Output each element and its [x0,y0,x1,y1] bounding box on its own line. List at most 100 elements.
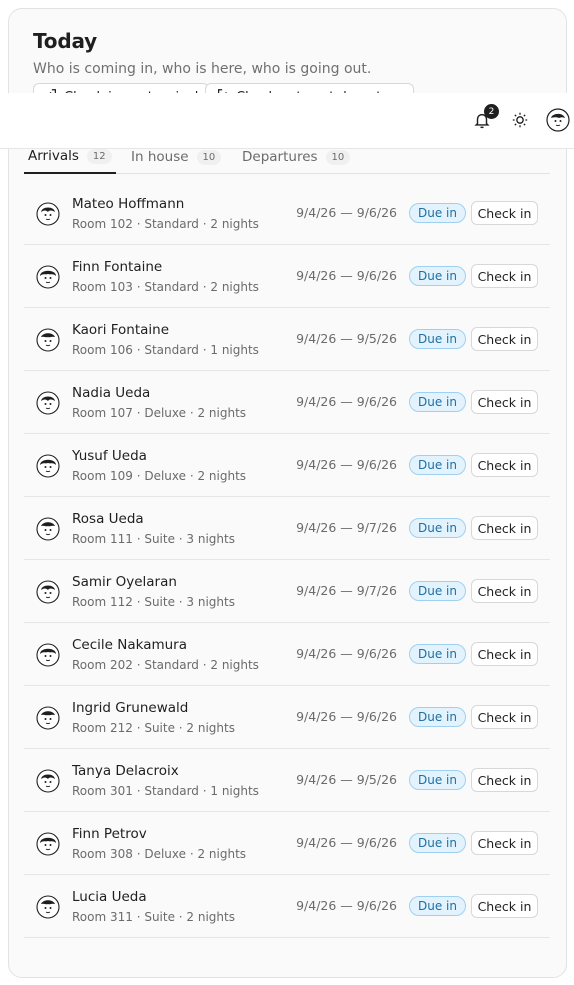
guest-name: Cecile Nakamura [72,637,188,653]
check-in-button[interactable]: Check in [471,390,538,414]
page-subtitle: Who is coming in, who is here, who is go… [33,61,372,77]
check-in-button[interactable]: Check in [471,894,538,918]
status-badge: Due in [409,518,466,538]
guest-name: Finn Petrov [72,826,147,842]
page-title: Today [33,29,97,53]
guest-avatar [36,328,60,352]
guest-room-details: Room 311 · Suite · 2 nights [72,910,235,924]
guest-room-details: Room 103 · Standard · 2 nights [72,280,259,294]
guest-name: Samir Oyelaran [72,574,177,590]
list-item[interactable]: Tanya Delacroix Room 301 · Standard · 1 n… [24,749,550,812]
guest-room-details: Room 212 · Suite · 2 nights [72,721,235,735]
tab-arrivals[interactable]: Arrivals 12 [24,140,116,174]
check-in-button[interactable]: Check in [471,453,538,477]
tab-departures[interactable]: Departures 10 [242,140,351,174]
guest-room-details: Room 111 · Suite · 3 nights [72,532,235,546]
guest-room-details: Room 112 · Suite · 3 nights [72,595,235,609]
guest-avatar [36,517,60,541]
guest-name: Rosa Ueda [72,511,144,527]
guest-avatar [36,202,60,226]
status-badge: Due in [409,581,466,601]
check-in-button[interactable]: Check in [471,579,538,603]
list-item[interactable]: Kaori Fontaine Room 106 · Standard · 1 ni… [24,308,550,371]
notification-count-badge: 2 [484,104,499,119]
guest-name: Finn Fontaine [72,259,163,275]
stay-dates: 9/4/26 — 9/6/26 [296,268,397,283]
arrivals-list: Mateo Hoffmann Room 102 · Standard · 2 ni… [24,182,550,938]
list-item[interactable]: Nadia Ueda Room 107 · Deluxe · 2 nights 9/… [24,371,550,434]
guest-name: Mateo Hoffmann [72,196,185,212]
tab-in-house-count: 10 [196,149,222,165]
sun-icon[interactable] [509,109,531,131]
guest-name: Kaori Fontaine [72,322,170,338]
status-badge: Due in [409,329,466,349]
stay-dates: 9/4/26 — 9/6/26 [296,835,397,850]
check-in-button[interactable]: Check in [471,516,538,540]
tab-arrivals-count: 12 [86,148,112,164]
guest-avatar [36,769,60,793]
check-in-button[interactable]: Check in [471,327,538,351]
guest-avatar [36,895,60,919]
check-in-button[interactable]: Check in [471,201,538,225]
list-item[interactable]: Mateo Hoffmann Room 102 · Standard · 2 ni… [24,182,550,245]
check-in-button[interactable]: Check in [471,831,538,855]
status-badge: Due in [409,770,466,790]
stay-dates: 9/4/26 — 9/5/26 [296,772,397,787]
guest-name: Ingrid Grunewald [72,700,189,716]
stay-dates: 9/4/26 — 9/6/26 [296,205,397,220]
guest-avatar [36,265,60,289]
guest-name: Lucia Ueda [72,889,147,905]
guest-avatar [36,832,60,856]
list-item[interactable]: Finn Fontaine Room 103 · Standard · 2 nig… [24,245,550,308]
status-badge: Due in [409,203,466,223]
stay-dates: 9/4/26 — 9/6/26 [296,394,397,409]
guest-avatar [36,391,60,415]
tab-in-house[interactable]: In house 10 [131,140,222,174]
status-badge: Due in [409,392,466,412]
guest-name: Tanya Delacroix [72,763,179,779]
stay-dates: 9/4/26 — 9/6/26 [296,898,397,913]
list-item[interactable]: Lucia Ueda Room 311 · Suite · 2 nights 9/4… [24,875,550,938]
guest-avatar [36,454,60,478]
tab-arrivals-label: Arrivals [28,148,79,164]
check-in-button[interactable]: Check in [471,768,538,792]
guest-room-details: Room 102 · Standard · 2 nights [72,217,259,231]
stay-dates: 9/4/26 — 9/7/26 [296,520,397,535]
list-item[interactable]: Finn Petrov Room 308 · Deluxe · 2 nights 9… [24,812,550,875]
status-badge: Due in [409,707,466,727]
guest-room-details: Room 106 · Standard · 1 nights [72,343,259,357]
stay-dates: 9/4/26 — 9/6/26 [296,646,397,661]
guest-name: Nadia Ueda [72,385,151,401]
status-badge: Due in [409,455,466,475]
list-item[interactable]: Yusuf Ueda Room 109 · Deluxe · 2 nights 9/… [24,434,550,497]
tab-departures-count: 10 [325,149,351,165]
status-badge: Due in [409,644,466,664]
status-badge: Due in [409,896,466,916]
tab-bar: Arrivals 12 In house 10 Departures 10 [24,140,550,174]
guest-avatar [36,580,60,604]
check-in-button[interactable]: Check in [471,264,538,288]
guest-room-details: Room 107 · Deluxe · 2 nights [72,406,247,420]
stay-dates: 9/4/26 — 9/6/26 [296,709,397,724]
stay-dates: 9/4/26 — 9/7/26 [296,583,397,598]
list-item[interactable]: Samir Oyelaran Room 112 · Suite · 3 night… [24,560,550,623]
check-in-button[interactable]: Check in [471,642,538,666]
status-badge: Due in [409,833,466,853]
guest-room-details: Room 308 · Deluxe · 2 nights [72,847,247,861]
list-item[interactable]: Ingrid Grunewald Room 212 · Suite · 2 nig… [24,686,550,749]
guest-avatar [36,643,60,667]
guest-room-details: Room 202 · Standard · 2 nights [72,658,259,672]
guest-avatar [36,706,60,730]
check-in-button[interactable]: Check in [471,705,538,729]
guest-room-details: Room 109 · Deluxe · 2 nights [72,469,247,483]
guest-room-details: Room 301 · Standard · 1 nights [72,784,259,798]
tab-in-house-label: In house [131,149,189,165]
stay-dates: 9/4/26 — 9/6/26 [296,457,397,472]
tab-departures-label: Departures [242,149,318,165]
list-item[interactable]: Rosa Ueda Room 111 · Suite · 3 nights 9/4/… [24,497,550,560]
guest-name: Yusuf Ueda [72,448,147,464]
stay-dates: 9/4/26 — 9/5/26 [296,331,397,346]
user-avatar[interactable] [546,108,570,132]
status-badge: Due in [409,266,466,286]
list-item[interactable]: Cecile Nakamura Room 202 · Standard · 2 n… [24,623,550,686]
